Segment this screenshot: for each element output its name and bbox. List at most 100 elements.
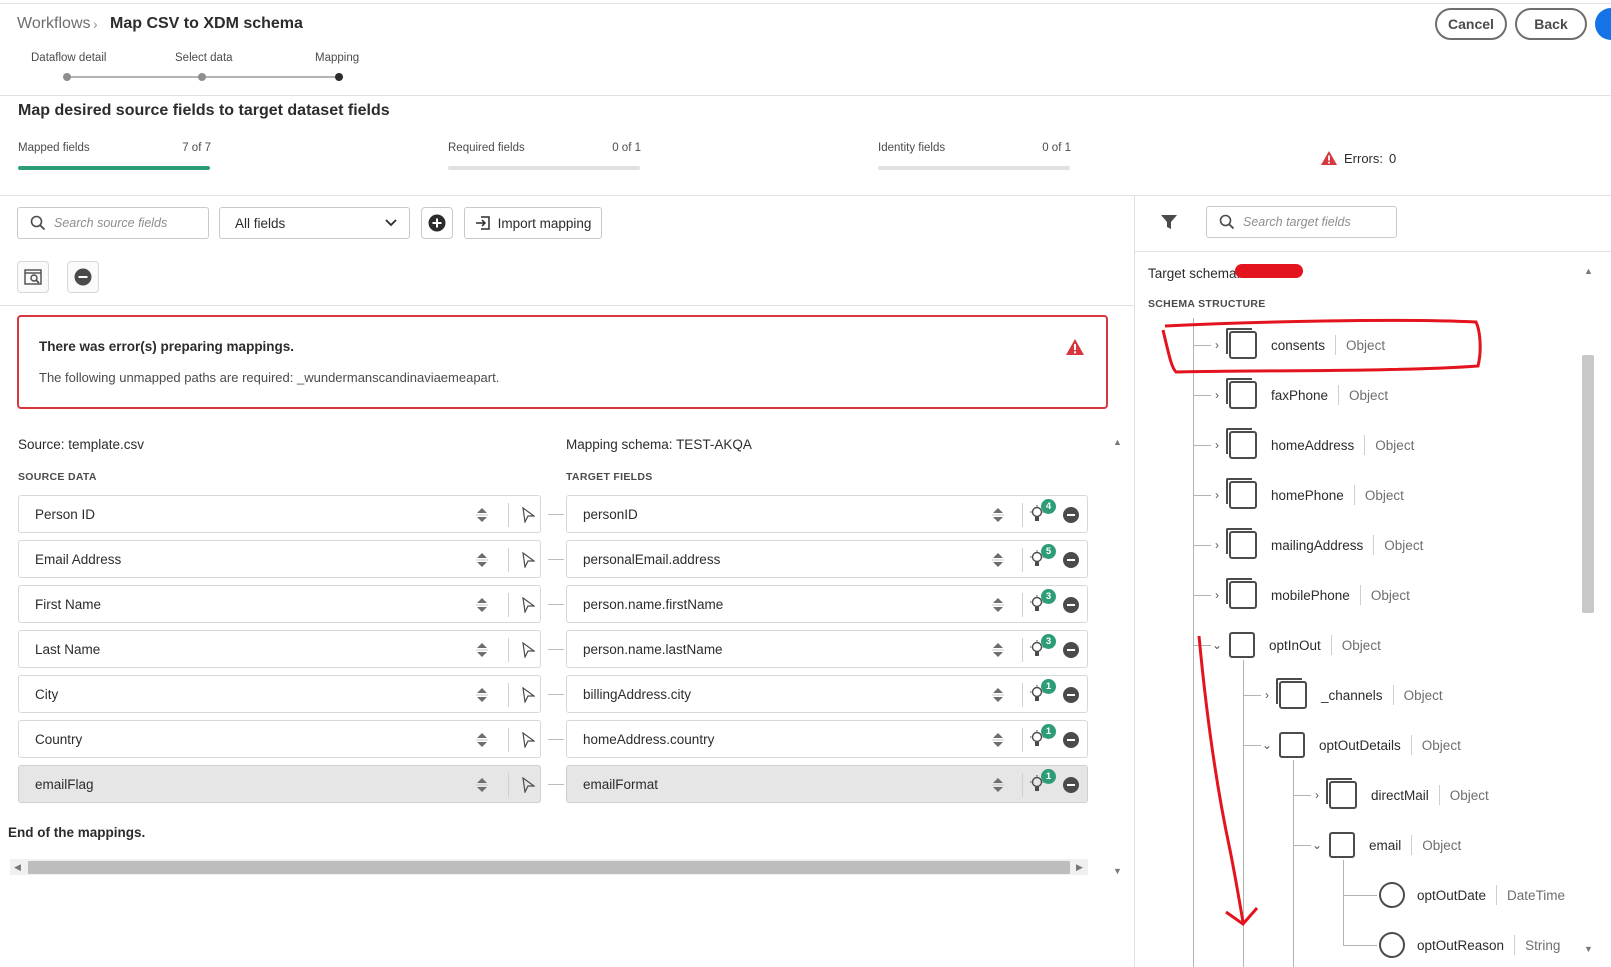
finish-button[interactable]	[1595, 8, 1611, 40]
back-button[interactable]: Back	[1515, 8, 1587, 40]
target-field-stepper-icon[interactable]	[991, 550, 1005, 570]
tree-branch-line	[1193, 345, 1211, 346]
target-field-stepper-icon[interactable]	[991, 640, 1005, 660]
source-field-row[interactable]: First Name	[18, 585, 541, 623]
scroll-up-arrow[interactable]: ▲	[1113, 437, 1122, 447]
schema-node-optInOut[interactable]: ⌄ optInOut Object	[1211, 630, 1381, 660]
source-field-stepper-icon[interactable]	[475, 550, 489, 570]
source-field-row[interactable]: Person ID	[18, 495, 541, 533]
horizontal-scroll-thumb[interactable]	[28, 861, 1070, 874]
source-field-row[interactable]: emailFlag	[18, 765, 541, 803]
chevron-right-icon[interactable]: ›	[1211, 588, 1223, 602]
schema-node-mobilePhone[interactable]: › mobilePhone Object	[1211, 578, 1410, 610]
target-field-row[interactable]: homeAddress.country 1	[566, 720, 1088, 758]
add-mapping-button[interactable]	[421, 207, 453, 239]
scroll-down-arrow[interactable]: ▼	[1113, 866, 1122, 876]
target-field-row[interactable]: personID 4	[566, 495, 1088, 533]
scroll-left-arrow[interactable]: ◀	[14, 862, 21, 873]
cursor-arrow-icon[interactable]	[521, 641, 536, 661]
target-field-stepper-icon[interactable]	[991, 775, 1005, 795]
target-field-stepper-icon[interactable]	[991, 685, 1005, 705]
chevron-down-icon[interactable]: ⌄	[1211, 638, 1223, 652]
source-field-row[interactable]: Last Name	[18, 630, 541, 668]
cancel-button[interactable]: Cancel	[1435, 8, 1507, 40]
source-field-stepper-icon[interactable]	[475, 730, 489, 750]
chevron-right-icon[interactable]: ›	[1211, 338, 1223, 352]
import-mapping-button[interactable]: Import mapping	[464, 207, 602, 239]
target-field-row[interactable]: billingAddress.city 1	[566, 675, 1088, 713]
schema-scroll-thumb[interactable]	[1582, 355, 1594, 613]
target-field-name: homeAddress.country	[583, 731, 715, 747]
tree-branch-line	[1243, 745, 1261, 746]
target-field-row[interactable]: personalEmail.address 5	[566, 540, 1088, 578]
source-search-input[interactable]: Search source fields	[17, 207, 209, 239]
target-search-input[interactable]: Search target fields	[1206, 206, 1397, 238]
schema-node-homePhone[interactable]: › homePhone Object	[1211, 478, 1404, 510]
scroll-right-arrow[interactable]: ▶	[1076, 862, 1083, 873]
preview-data-button[interactable]	[17, 261, 49, 293]
step-select-data[interactable]: Select data	[175, 52, 233, 64]
import-icon	[475, 216, 490, 230]
remove-mapping-icon[interactable]	[1063, 732, 1079, 748]
chevron-down-icon[interactable]: ⌄	[1311, 838, 1323, 852]
schema-node-directMail[interactable]: › directMail Object	[1311, 778, 1489, 810]
remove-mapping-icon[interactable]	[1063, 687, 1079, 703]
filter-value: All fields	[235, 215, 286, 231]
schema-scroll-down-arrow[interactable]: ▼	[1584, 944, 1593, 954]
chevron-right-icon[interactable]: ›	[1211, 388, 1223, 402]
schema-scroll-up-arrow[interactable]: ▲	[1584, 266, 1593, 276]
schema-node-optOutDetails[interactable]: ⌄ optOutDetails Object	[1261, 730, 1461, 760]
source-field-stepper-icon[interactable]	[475, 505, 489, 525]
field-filter-dropdown[interactable]: All fields	[219, 207, 410, 239]
schema-node-optOutReason[interactable]: optOutReason String	[1379, 930, 1560, 960]
cursor-arrow-icon[interactable]	[521, 596, 536, 616]
schema-node-homeAddress[interactable]: › homeAddress Object	[1211, 428, 1414, 460]
source-field-row[interactable]: City	[18, 675, 541, 713]
object-icon	[1326, 778, 1357, 809]
cursor-arrow-icon[interactable]	[521, 551, 536, 571]
source-field-row[interactable]: Country	[18, 720, 541, 758]
node-name: faxPhone	[1271, 387, 1329, 403]
remove-all-button[interactable]	[67, 261, 99, 293]
target-field-row[interactable]: person.name.lastName 3	[566, 630, 1088, 668]
tree-branch-line	[1193, 545, 1211, 546]
source-field-row[interactable]: Email Address	[18, 540, 541, 578]
source-field-stepper-icon[interactable]	[475, 595, 489, 615]
chevron-right-icon[interactable]: ›	[1211, 538, 1223, 552]
end-of-mappings-label: End of the mappings.	[8, 825, 146, 840]
chevron-right-icon[interactable]: ›	[1211, 488, 1223, 502]
source-field-stepper-icon[interactable]	[475, 775, 489, 795]
schema-node-consents[interactable]: › consents Object	[1211, 328, 1385, 360]
breadcrumb-workflows[interactable]: Workflows	[17, 15, 91, 33]
schema-node-faxPhone[interactable]: › faxPhone Object	[1211, 378, 1388, 410]
remove-mapping-icon[interactable]	[1063, 777, 1079, 793]
target-field-row[interactable]: emailFormat 1	[566, 765, 1088, 803]
remove-mapping-icon[interactable]	[1063, 552, 1079, 568]
cursor-arrow-icon[interactable]	[521, 776, 536, 796]
chevron-right-icon[interactable]: ›	[1211, 438, 1223, 452]
redaction-mark	[1235, 264, 1303, 278]
target-field-row[interactable]: person.name.firstName 3	[566, 585, 1088, 623]
chevron-right-icon[interactable]: ›	[1311, 788, 1323, 802]
source-field-stepper-icon[interactable]	[475, 685, 489, 705]
cursor-arrow-icon[interactable]	[521, 506, 536, 526]
chevron-right-icon[interactable]: ›	[1261, 688, 1273, 702]
schema-node-mailingAddress[interactable]: › mailingAddress Object	[1211, 528, 1423, 560]
remove-mapping-icon[interactable]	[1063, 597, 1079, 613]
node-type: Object	[1364, 487, 1404, 503]
filter-icon[interactable]	[1160, 213, 1178, 231]
target-field-stepper-icon[interactable]	[991, 730, 1005, 750]
schema-node-optOutDate[interactable]: optOutDate DateTime	[1379, 880, 1565, 910]
remove-mapping-icon[interactable]	[1063, 642, 1079, 658]
remove-mapping-icon[interactable]	[1063, 507, 1079, 523]
node-type: Object	[1341, 637, 1381, 653]
cursor-arrow-icon[interactable]	[521, 686, 536, 706]
schema-node-channels[interactable]: › _channels Object	[1261, 678, 1443, 710]
chevron-down-icon[interactable]: ⌄	[1261, 738, 1273, 752]
schema-node-email[interactable]: ⌄ email Object	[1311, 830, 1461, 860]
step-dataflow-detail[interactable]: Dataflow detail	[31, 52, 106, 64]
target-field-stepper-icon[interactable]	[991, 505, 1005, 525]
source-field-stepper-icon[interactable]	[475, 640, 489, 660]
cursor-arrow-icon[interactable]	[521, 731, 536, 751]
target-field-stepper-icon[interactable]	[991, 595, 1005, 615]
